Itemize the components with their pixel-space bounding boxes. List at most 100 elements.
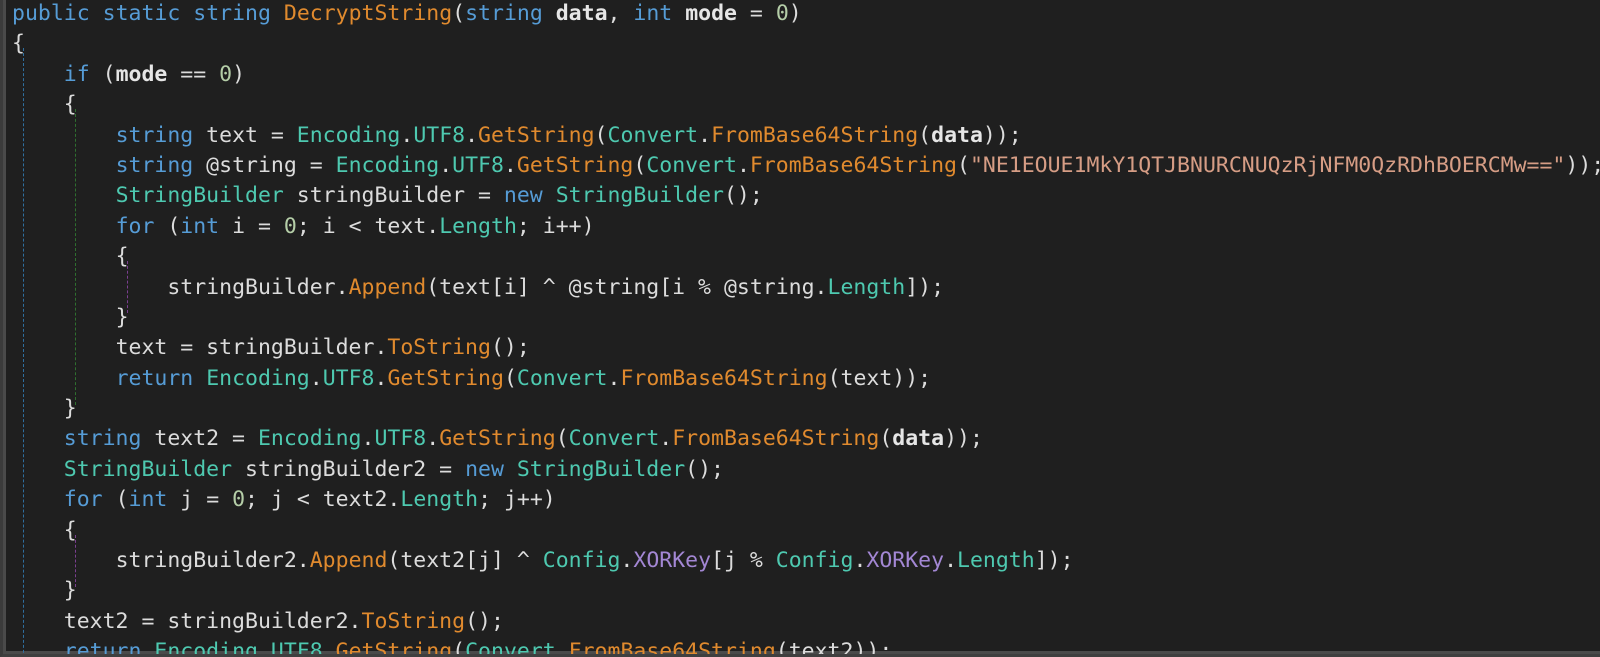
code-token-kw: new <box>465 456 504 482</box>
code-token-pln: . <box>374 365 388 391</box>
code-line: } <box>12 303 1600 333</box>
code-line: public static string DecryptString(strin… <box>12 0 1600 29</box>
code-token-par: ( <box>154 213 181 239</box>
code-token-type: StringBuilder <box>115 183 284 209</box>
code-token-type: StringBuilder <box>516 456 686 482</box>
code-token-par: (text)); <box>827 365 932 391</box>
code-token-kw: int <box>180 213 220 239</box>
code-token-brc: } <box>115 304 129 330</box>
code-token-brc: { <box>63 517 77 543</box>
code-token-pln: . <box>736 152 750 178</box>
code-token-par: (); <box>490 335 530 361</box>
code-token-mth: ToString <box>387 335 491 361</box>
code-token-pln: . <box>853 548 867 574</box>
code-token-type: Encoding <box>206 365 310 391</box>
code-token-par: ) <box>232 61 246 87</box>
code-line: string text = Encoding.UTF8.GetString(Co… <box>12 121 1600 151</box>
code-token-pln: text = <box>193 122 297 148</box>
code-token-mth: FromBase64String <box>672 426 880 452</box>
code-token-kw: public <box>12 1 90 26</box>
editor-left-border <box>3 0 6 654</box>
code-token-pln: . <box>465 122 479 148</box>
code-token-pln: j = <box>167 487 233 513</box>
code-token-pln <box>504 457 517 482</box>
code-token-mth: GetString <box>439 426 556 452</box>
code-token-pln: (text2[j] ^ <box>387 548 543 574</box>
code-token-type: Encoding <box>296 122 401 148</box>
code-token-num: 0 <box>219 61 233 87</box>
code-token-kw: for <box>63 487 103 513</box>
code-token-par: ( <box>957 152 970 178</box>
code-token-pln: ]); <box>1034 548 1074 574</box>
code-line: } <box>12 394 1600 424</box>
code-line: StringBuilder stringBuilder2 = new Strin… <box>12 455 1600 485</box>
code-token-par: ( <box>452 1 466 26</box>
code-token-pln: ; j++) <box>478 487 556 513</box>
code-line: for (int i = 0; i < text.Length; i++) <box>12 212 1600 242</box>
code-token-kw: string <box>193 1 271 26</box>
code-token-type: UTF8 <box>413 122 466 148</box>
code-token-type: Length <box>827 274 906 300</box>
code-token-brc: { <box>12 31 25 57</box>
code-token-type: Encoding <box>154 639 258 657</box>
code-line: text2 = stringBuilder2.ToString(); <box>12 607 1600 637</box>
code-token-num: 0 <box>232 487 246 513</box>
code-token-pln: stringBuilder2. <box>115 548 310 574</box>
code-token-type: Length <box>957 548 1035 574</box>
code-token-par: ( <box>89 61 116 87</box>
code-token-kw: string <box>115 152 194 178</box>
code-token-brc: { <box>115 244 129 270</box>
code-token-pln: = <box>736 1 776 26</box>
code-token-pln: . <box>426 426 440 452</box>
code-token-pln <box>543 183 556 208</box>
code-line: stringBuilder2.Append(text2[j] ^ Config.… <box>12 546 1600 576</box>
code-token-pln: @string = <box>193 152 336 178</box>
code-token-mth: FromBase64String <box>749 152 957 178</box>
code-token-type: UTF8 <box>270 639 323 657</box>
code-token-kw: string <box>63 426 142 452</box>
code-token-brc: } <box>63 396 77 422</box>
code-token-par: )); <box>944 426 983 452</box>
code-token-pln <box>193 366 206 391</box>
code-token-pln: . <box>400 122 414 148</box>
code-token-mth: GetString <box>478 122 595 148</box>
code-line: if (mode == 0) <box>12 60 1600 90</box>
code-token-pln: == <box>167 61 220 87</box>
code-token-mth: GetString <box>516 152 634 178</box>
code-token-pln: . <box>620 548 634 574</box>
code-token-pln <box>141 639 154 654</box>
code-token-prm: mode <box>115 61 168 87</box>
code-token-par: (); <box>685 456 724 482</box>
code-token-pln: . <box>503 152 517 178</box>
code-token-pln: . <box>607 365 621 391</box>
code-token-type: UTF8 <box>322 365 375 391</box>
code-token-mth: Append <box>348 274 427 300</box>
code-token-pln: . <box>555 639 569 657</box>
code-token-prm: mode <box>685 1 737 26</box>
code-line: { <box>12 242 1600 272</box>
code-token-par: ( <box>102 487 129 513</box>
code-token-type: Convert <box>465 639 556 657</box>
code-token-type: Length <box>400 487 479 513</box>
code-token-type: Encoding <box>335 152 440 178</box>
code-token-brc: } <box>63 578 77 604</box>
code-token-pln: ]); <box>905 274 945 300</box>
code-token-kw: string <box>115 122 194 148</box>
code-token-kw: if <box>63 61 90 87</box>
code-token-pln: (text[i] ^ @string[i % @string. <box>426 274 828 300</box>
code-token-pln <box>672 1 685 26</box>
code-token-type: Length <box>439 213 517 239</box>
code-line: string @string = Encoding.UTF8.GetString… <box>12 151 1600 181</box>
code-token-pln <box>271 1 284 26</box>
code-token-fld: XORKey <box>633 548 712 574</box>
code-token-mth: ToString <box>361 608 466 634</box>
code-token-par: ( <box>879 426 893 452</box>
code-token-type: Convert <box>568 426 660 452</box>
